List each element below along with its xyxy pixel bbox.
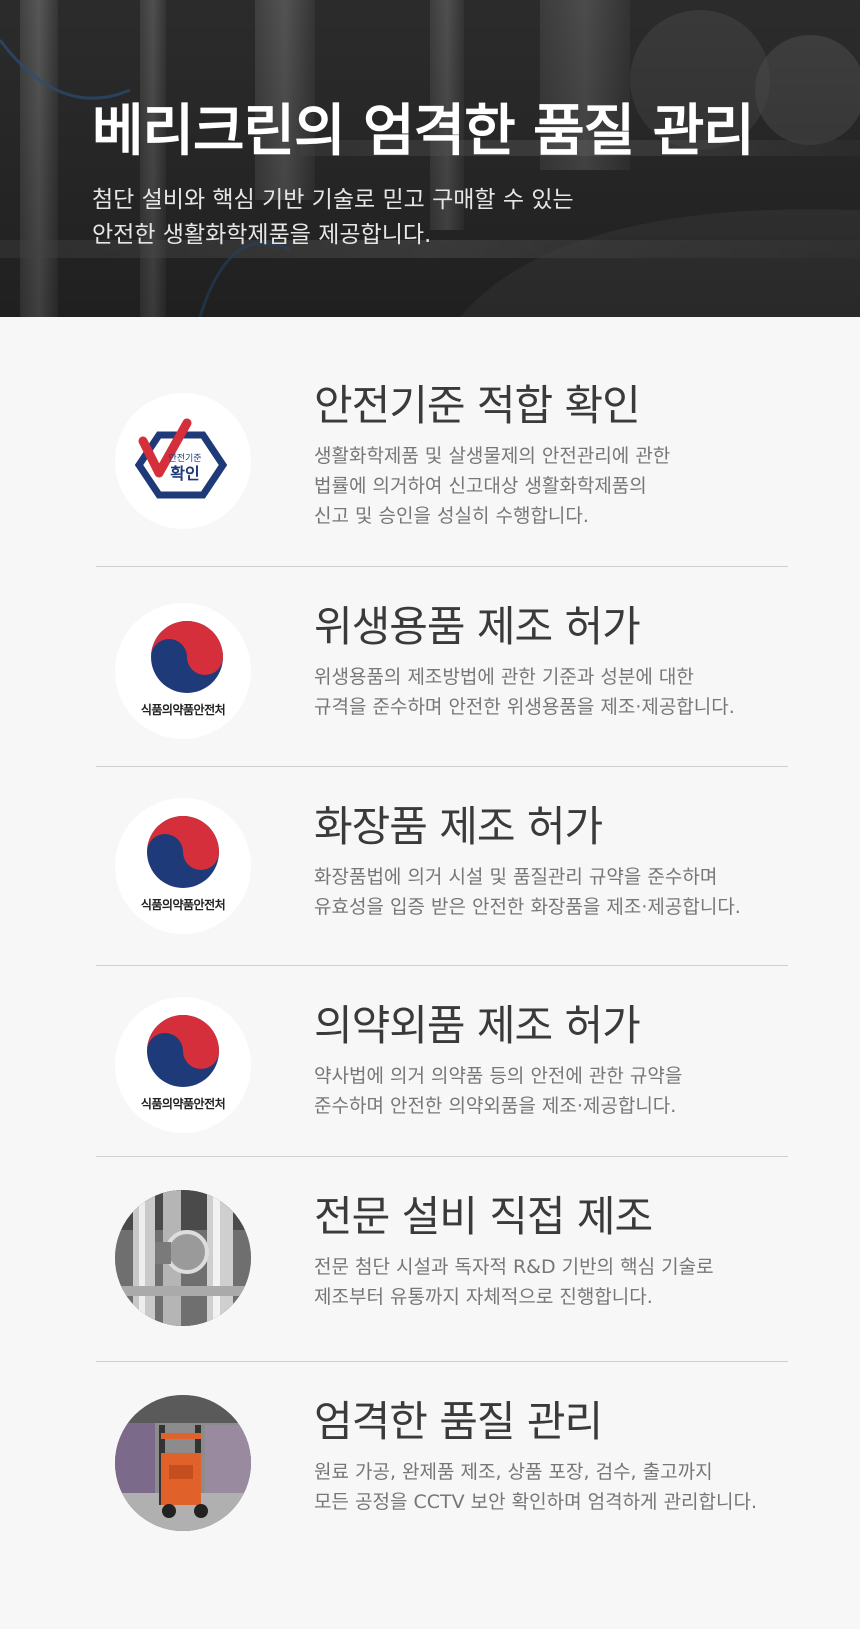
- item-description: 원료 가공, 완제품 제조, 상품 포장, 검수, 출고까지 모든 공정을 CC…: [314, 1457, 794, 1517]
- equipment-photo: [115, 1190, 251, 1326]
- mfds-logo-label: 식품의약품안전처: [140, 703, 226, 717]
- desc-line: 약사법에 의거 의약품 등의 안전에 관한 규약을: [314, 1065, 683, 1087]
- hero-subtitle-line: 첨단 설비와 핵심 기반 기술로 믿고 구매할 수 있는: [92, 187, 574, 213]
- item-description: 전문 첨단 시설과 독자적 R&D 기반의 핵심 기술로 제조부터 유통까지 자…: [314, 1252, 794, 1312]
- desc-line: 신고 및 승인을 성실히 수행합니다.: [314, 505, 589, 527]
- hero-title: 베리크린의 엄격한 품질 관리: [92, 99, 755, 164]
- desc-line: 전문 첨단 시설과 독자적 R&D 기반의 핵심 기술로: [314, 1256, 714, 1278]
- item-description: 위생용품의 제조방법에 관한 기준과 성분에 대한 규격을 준수하며 안전한 위…: [314, 662, 794, 722]
- item-title: 전문 설비 직접 제조: [314, 1192, 653, 1241]
- logo-text-small: 안전기준: [168, 453, 201, 464]
- desc-line: 위생용품의 제조방법에 관한 기준과 성분에 대한: [314, 666, 694, 688]
- desc-line: 화장품법에 의거 시설 및 품질관리 규약을 준수하며: [314, 866, 718, 888]
- desc-line: 원료 가공, 완제품 제조, 상품 포장, 검수, 출고까지: [314, 1461, 713, 1483]
- desc-line: 제조부터 유통까지 자체적으로 진행합니다.: [314, 1286, 653, 1308]
- list-item-quality-control: 엄격한 품질 관리 원료 가공, 완제품 제조, 상품 포장, 검수, 출고까지…: [96, 1361, 788, 1629]
- item-text: 안전기준 적합 확인 생활화학제품 및 살생물제의 안전관리에 관한 법률에 의…: [314, 381, 794, 531]
- hero-subtitle-line: 안전한 생활화학제품을 제공합니다.: [92, 222, 432, 248]
- mfds-logo-label: 식품의약품안전처: [140, 898, 226, 912]
- desc-line: 생활화학제품 및 살생물제의 안전관리에 관한: [314, 445, 671, 467]
- desc-line: 준수하며 안전한 의약외품을 제조·제공합니다.: [314, 1095, 677, 1117]
- desc-line: 유효성을 입증 받은 안전한 화장품을 제조·제공합니다.: [314, 896, 741, 918]
- forklift-photo: [115, 1395, 251, 1531]
- list-item-hygiene-products: 식품의약품안전처 위생용품 제조 허가 위생용품의 제조방법에 관한 기준과 성…: [96, 566, 788, 767]
- list-item-equipment: 전문 설비 직접 제조 전문 첨단 시설과 독자적 R&D 기반의 핵심 기술로…: [96, 1156, 788, 1362]
- item-description: 생활화학제품 및 살생물제의 안전관리에 관한 법률에 의거하여 신고대상 생활…: [314, 441, 794, 531]
- desc-line: 규격을 준수하며 안전한 위생용품을 제조·제공합니다.: [314, 696, 735, 718]
- mfds-logo-label: 식품의약품안전처: [140, 1097, 226, 1111]
- item-title: 의약외품 제조 허가: [314, 1001, 641, 1050]
- mfds-logo: 식품의약품안전처: [115, 603, 251, 739]
- list-item-quasi-drugs: 식품의약품안전처 의약외품 제조 허가 약사법에 의거 의약품 등의 안전에 관…: [96, 965, 788, 1157]
- mfds-logo: 식품의약품안전처: [115, 798, 251, 934]
- item-title: 위생용품 제조 허가: [314, 602, 641, 651]
- item-text: 화장품 제조 허가 화장품법에 의거 시설 및 품질관리 규약을 준수하며 유효…: [314, 802, 794, 922]
- list-item-cosmetics: 식품의약품안전처 화장품 제조 허가 화장품법에 의거 시설 및 품질관리 규약…: [96, 766, 788, 966]
- safety-standard-certification-logo: 안전기준 확인: [115, 393, 251, 529]
- hero-banner: 베리크린의 엄격한 품질 관리 첨단 설비와 핵심 기반 기술로 믿고 구매할 …: [0, 0, 860, 317]
- item-title: 화장품 제조 허가: [314, 802, 603, 851]
- item-title: 엄격한 품질 관리: [314, 1397, 603, 1446]
- item-text: 의약외품 제조 허가 약사법에 의거 의약품 등의 안전에 관한 규약을 준수하…: [314, 1001, 794, 1121]
- item-text: 전문 설비 직접 제조 전문 첨단 시설과 독자적 R&D 기반의 핵심 기술로…: [314, 1192, 794, 1312]
- logo-text-big: 확인: [170, 464, 199, 483]
- item-text: 위생용품 제조 허가 위생용품의 제조방법에 관한 기준과 성분에 대한 규격을…: [314, 602, 794, 722]
- item-description: 약사법에 의거 의약품 등의 안전에 관한 규약을 준수하며 안전한 의약외품을…: [314, 1061, 794, 1121]
- desc-line: 모든 공정을 CCTV 보안 확인하며 엄격하게 관리합니다.: [314, 1491, 758, 1513]
- mfds-logo: 식품의약품안전처: [115, 997, 251, 1133]
- item-description: 화장품법에 의거 시설 및 품질관리 규약을 준수하며 유효성을 입증 받은 안…: [314, 862, 794, 922]
- item-title: 안전기준 적합 확인: [314, 381, 641, 430]
- desc-line: 법률에 의거하여 신고대상 생활화학제품의: [314, 475, 647, 497]
- list-item-safety-standard: 안전기준 확인 안전기준 적합 확인 생활화학제품 및 살생물제의 안전관리에 …: [96, 317, 788, 567]
- hero-subtitle: 첨단 설비와 핵심 기반 기술로 믿고 구매할 수 있는 안전한 생활화학제품을…: [92, 183, 574, 253]
- item-text: 엄격한 품질 관리 원료 가공, 완제품 제조, 상품 포장, 검수, 출고까지…: [314, 1397, 794, 1517]
